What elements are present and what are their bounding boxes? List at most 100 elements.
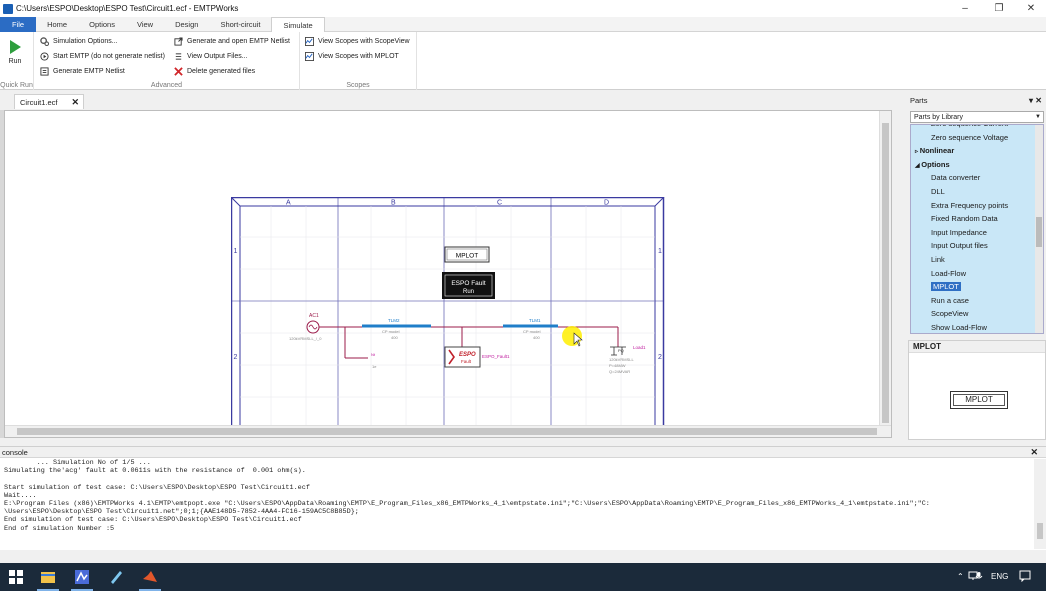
taskbar: ⌃ ENG — [0, 563, 1046, 591]
parts-list-item[interactable]: Zero sequence Current — [931, 125, 1008, 128]
tray-overflow-icon[interactable]: ⌃ — [957, 572, 964, 581]
advanced-group-label: Advanced — [150, 82, 183, 89]
tab-home[interactable]: Home — [36, 17, 78, 32]
ground-label: Nt — [371, 352, 376, 357]
notepad-icon[interactable] — [108, 569, 124, 585]
preview-mplot-box[interactable]: MPLOT — [950, 391, 1008, 409]
parts-list-item[interactable]: DLL — [931, 187, 945, 196]
tab-simulate[interactable]: Simulate — [271, 17, 325, 32]
delete-generated-files-label: Delete generated files — [187, 68, 256, 75]
microphone-icon[interactable] — [974, 571, 984, 581]
parts-list-item[interactable]: Run a case — [931, 296, 969, 305]
parts-list-item-label: Input Impedance — [931, 227, 987, 237]
tlm2-type: CP model — [382, 329, 400, 334]
close-tab-icon[interactable]: ✕ — [71, 97, 79, 108]
generate-netlist-button[interactable]: Generate EMTP Netlist — [40, 67, 125, 76]
canvas-vscroll-thumb[interactable] — [882, 123, 889, 423]
start-emtp-button[interactable]: Start EMTP (do not generate netlist) — [40, 52, 165, 61]
row-label-2-left: 2 — [234, 354, 238, 361]
espo-fault-run-line2: Run — [463, 289, 474, 295]
console-scroll-thumb[interactable] — [1037, 523, 1043, 539]
emtpworks-icon[interactable] — [74, 569, 90, 585]
parts-list-scrollbar[interactable] — [1035, 125, 1043, 333]
parts-scroll-thumb[interactable] — [1036, 217, 1042, 247]
run-button[interactable]: Run — [2, 36, 28, 65]
parts-list-item[interactable]: Zero sequence Voltage — [931, 133, 1008, 142]
parts-library-select[interactable]: Parts by Library ▼ — [910, 111, 1044, 123]
parts-list-item[interactable]: Fixed Random Data — [931, 214, 998, 223]
load-rating-2: P=48MW — [609, 363, 626, 368]
tab-circuit1[interactable]: Circuit1.ecf ✕ — [14, 94, 84, 109]
view-scopes-mplot-button[interactable]: View Scopes with MPLOT — [305, 52, 399, 61]
simulation-options-button[interactable]: Simulation Options... — [40, 37, 118, 46]
console-close-icon[interactable]: ✕ — [1030, 447, 1038, 458]
file-explorer-icon[interactable] — [40, 569, 56, 585]
column-label-c: C — [497, 200, 502, 207]
notifications-icon[interactable] — [1019, 570, 1031, 582]
load-rating-1: 120kVRMSLL — [609, 357, 634, 362]
tlm2-length: 400 — [391, 335, 398, 340]
generate-open-netlist-button[interactable]: Generate and open EMTP Netlist — [174, 37, 290, 46]
column-label-a: A — [286, 200, 291, 207]
tab-options[interactable]: Options — [78, 17, 126, 32]
parts-list-item[interactable]: Load-Flow — [931, 269, 966, 278]
console-line: \Users\ESPO\Desktop\ESPO Test\Circuit1.n… — [4, 508, 359, 517]
app-icon — [3, 3, 13, 14]
title-bar: C:\Users\ESPO\Desktop\ESPO Test\Circuit1… — [0, 0, 1046, 17]
parts-list-item[interactable]: Extra Frequency points — [931, 201, 1008, 210]
parts-list-item-label: MPLOT — [933, 282, 959, 292]
view-scopes-scopeview-label: View Scopes with ScopeView — [318, 38, 410, 45]
console-line: End of simulation Number :5 — [4, 524, 115, 533]
parts-header: Parts ▾ ✕ — [906, 92, 1046, 109]
start-emtp-label: Start EMTP (do not generate netlist) — [53, 53, 165, 60]
console-output[interactable]: ... Simulation No of 1/5 ... Simulating t… — [0, 458, 1046, 550]
parts-list-item-label: Load-Flow — [931, 268, 967, 278]
schematic-canvas[interactable]: A B C D 1 2 1 2 MPLOT ESPO Fault Run AC1 — [4, 110, 892, 438]
scope-icon — [305, 37, 314, 46]
parts-list-item[interactable]: Data converter — [931, 173, 980, 182]
run-label: Run — [8, 58, 22, 65]
canvas-hscroll-thumb[interactable] — [17, 428, 877, 435]
parts-list-item[interactable]: Input Impedance — [931, 228, 987, 237]
ribbon-tabs: File Home Options View Design Short-circ… — [0, 17, 1046, 32]
canvas-vertical-scrollbar[interactable] — [879, 111, 891, 427]
parts-list-item[interactable]: ScopeView — [931, 309, 968, 318]
windows-start-icon[interactable] — [8, 569, 24, 585]
canvas-horizontal-scrollbar[interactable] — [5, 425, 891, 437]
console-scrollbar[interactable] — [1034, 459, 1046, 549]
generate-open-netlist-label: Generate and open EMTP Netlist — [187, 38, 290, 45]
console-title: console — [2, 448, 28, 457]
parts-list-item-label: ScopeView — [931, 309, 969, 319]
parts-list-item-label: Fixed Random Data — [931, 214, 998, 224]
view-scopes-mplot-label: View Scopes with MPLOT — [318, 53, 399, 60]
mplot-icon — [305, 52, 314, 61]
maximize-button[interactable]: ❐ — [982, 0, 1016, 17]
close-button[interactable]: ✕ — [1014, 0, 1046, 17]
schematic-drawing: A B C D 1 2 1 2 MPLOT ESPO Fault Run AC1 — [231, 197, 665, 429]
simulation-options-label: Simulation Options... — [53, 38, 118, 45]
parts-list-item[interactable]: Link — [931, 255, 945, 264]
parts-list-item[interactable]: ▹ Nonlinear — [915, 146, 954, 155]
tab-design[interactable]: Design — [164, 17, 209, 32]
console-line: E:\Program Files (x86)\EMTPWorks 4.1\EMT… — [4, 500, 930, 509]
tab-view[interactable]: View — [126, 17, 164, 32]
parts-list-item-label: Zero sequence Current — [931, 125, 1008, 128]
list-icon — [175, 53, 182, 60]
view-scopes-scopeview-button[interactable]: View Scopes with ScopeView — [305, 37, 410, 46]
minimize-button[interactable]: – — [948, 0, 982, 17]
tab-file[interactable]: File — [0, 17, 37, 32]
preview-title: MPLOT — [909, 341, 1045, 353]
delete-generated-files-button[interactable]: Delete generated files — [174, 67, 255, 76]
tab-short-circuit[interactable]: Short-circuit — [209, 17, 271, 32]
matlab-icon[interactable] — [142, 569, 158, 585]
tlm1-type: CP model — [523, 329, 541, 334]
parts-list-item[interactable]: Input Output files — [931, 241, 988, 250]
view-output-files-button[interactable]: View Output Files... — [174, 52, 248, 61]
parts-list-item[interactable]: MPLOT — [931, 282, 961, 292]
language-indicator[interactable]: ENG — [991, 572, 1008, 581]
parts-close-icon[interactable]: ▾ ✕ — [1029, 92, 1042, 109]
parts-list-item-label: Show Load-Flow — [931, 323, 987, 332]
parts-list-item[interactable]: Show Load-Flow — [931, 323, 987, 332]
parts-list-item[interactable]: ◢ Options — [915, 160, 950, 169]
parts-list-item-label: Nonlinear — [919, 146, 955, 156]
